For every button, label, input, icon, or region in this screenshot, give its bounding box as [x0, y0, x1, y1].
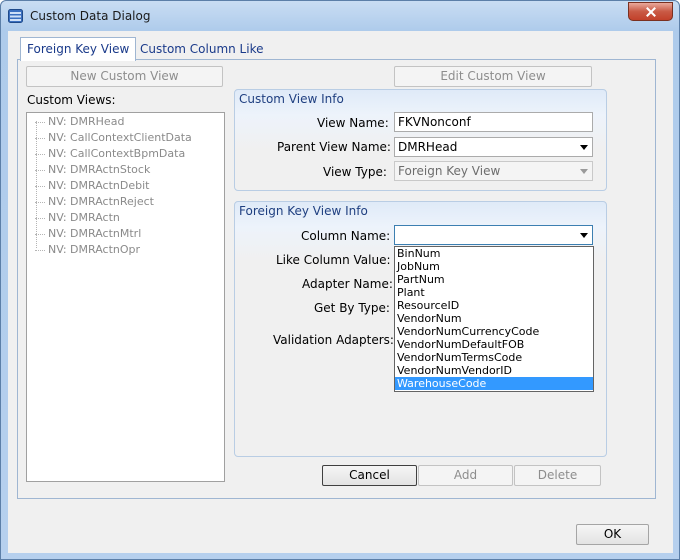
dialog-window: Custom Data Dialog Foreign Key View Cust… — [0, 0, 680, 560]
chevron-down-icon[interactable] — [580, 233, 588, 238]
app-icon — [8, 9, 23, 23]
dropdown-option-selected[interactable]: WarehouseCode — [395, 377, 593, 390]
custom-views-list[interactable]: NV: DMRHead NV: CallContextClientData NV… — [26, 112, 225, 482]
title-bar[interactable]: Custom Data Dialog — [1, 1, 679, 31]
new-custom-view-button[interactable]: New Custom View — [26, 66, 223, 87]
adapter-name-label: Adapter Name: — [302, 277, 393, 291]
dropdown-option[interactable]: BinNum — [395, 247, 593, 260]
delete-button[interactable]: Delete — [514, 465, 601, 486]
parent-view-name-label: Parent View Name: — [277, 140, 391, 154]
chevron-down-icon[interactable] — [580, 145, 588, 150]
dropdown-option[interactable]: ResourceID — [395, 299, 593, 312]
list-item[interactable]: NV: DMRActn — [35, 211, 120, 226]
view-type-value: Foreign Key View — [398, 164, 501, 178]
dropdown-option[interactable]: PartNum — [395, 273, 593, 286]
dialog-client-area: Foreign Key View Custom Column Like New … — [8, 31, 673, 553]
window-title: Custom Data Dialog — [30, 9, 151, 23]
view-type-select[interactable]: Foreign Key View — [394, 161, 593, 181]
list-item[interactable]: NV: DMRActnStock — [35, 163, 150, 178]
ok-button[interactable]: OK — [576, 524, 649, 545]
like-column-value-label: Like Column Value: — [276, 253, 391, 267]
validation-adapters-label: Validation Adapters: — [273, 333, 394, 347]
edit-custom-view-button[interactable]: Edit Custom View — [394, 66, 592, 87]
parent-view-name-value: DMRHead — [398, 140, 458, 154]
view-name-input[interactable]: FKVNonconf — [394, 112, 593, 132]
tab-custom-column-like[interactable]: Custom Column Like — [134, 39, 269, 60]
custom-views-label: Custom Views: — [27, 93, 116, 107]
list-item[interactable]: NV: DMRHead — [35, 115, 124, 130]
list-item[interactable]: NV: CallContextClientData — [35, 131, 192, 146]
dropdown-option[interactable]: VendorNumDefaultFOB — [395, 338, 593, 351]
custom-view-info-title: Custom View Info — [239, 92, 344, 106]
dropdown-option[interactable]: VendorNumVendorID — [395, 364, 593, 377]
list-item[interactable]: NV: CallContextBpmData — [35, 147, 185, 162]
column-name-select[interactable] — [394, 225, 593, 245]
foreign-key-view-info-title: Foreign Key View Info — [239, 204, 368, 218]
list-item[interactable]: NV: DMRActnReject — [35, 195, 154, 210]
list-item[interactable]: NV: DMRActnMtrl — [35, 227, 141, 242]
dropdown-option[interactable]: JobNum — [395, 260, 593, 273]
column-name-dropdown-list[interactable]: BinNum JobNum PartNum Plant ResourceID V… — [394, 246, 594, 392]
column-name-label: Column Name: — [301, 229, 391, 243]
dropdown-option[interactable]: VendorNum — [395, 312, 593, 325]
dropdown-option[interactable]: VendorNumCurrencyCode — [395, 325, 593, 338]
close-icon[interactable] — [628, 2, 673, 21]
parent-view-name-select[interactable]: DMRHead — [394, 137, 593, 157]
view-name-label: View Name: — [317, 116, 389, 130]
cancel-button[interactable]: Cancel — [322, 465, 417, 486]
dropdown-option[interactable]: Plant — [395, 286, 593, 299]
get-by-type-label: Get By Type: — [314, 301, 390, 315]
list-item[interactable]: NV: DMRActnDebit — [35, 179, 149, 194]
tab-foreign-key-view[interactable]: Foreign Key View — [20, 37, 137, 61]
list-item[interactable]: NV: DMRActnOpr — [35, 243, 140, 258]
add-button[interactable]: Add — [418, 465, 513, 486]
dropdown-option[interactable]: VendorNumTermsCode — [395, 351, 593, 364]
view-type-label: View Type: — [323, 165, 387, 179]
chevron-down-icon[interactable] — [580, 169, 588, 174]
